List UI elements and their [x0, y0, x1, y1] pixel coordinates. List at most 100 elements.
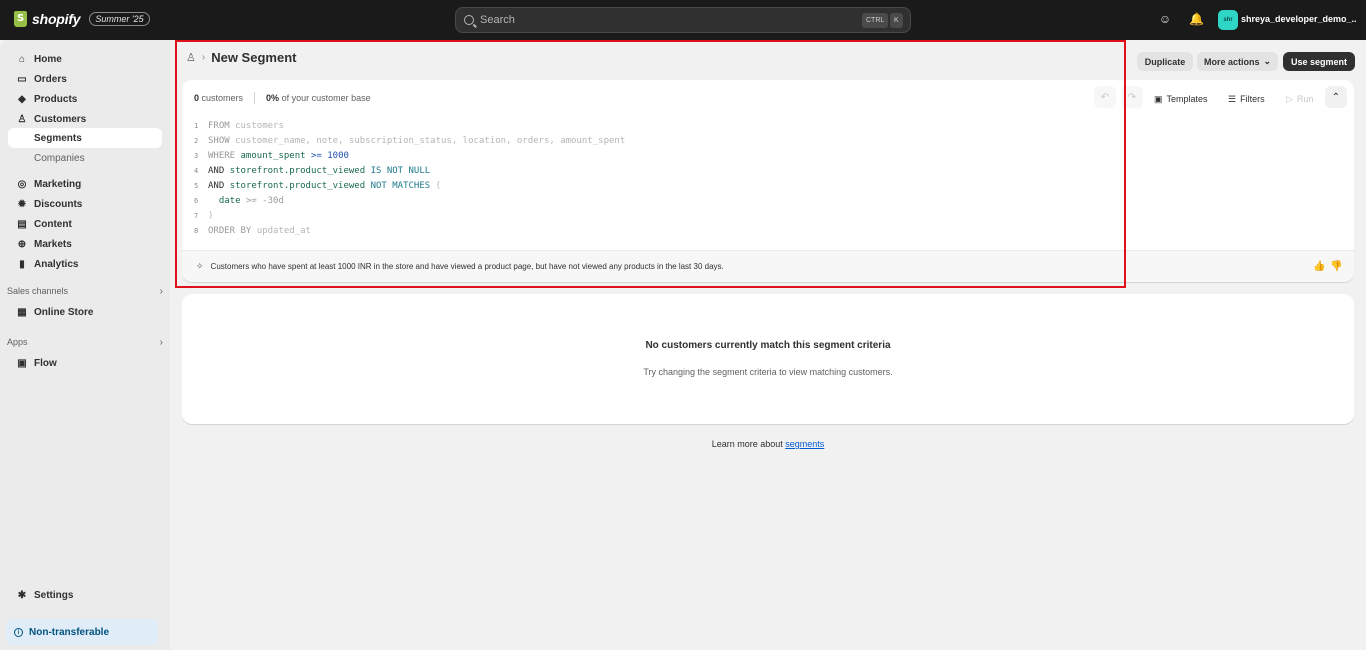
- search-input[interactable]: Search CTRL K: [455, 7, 911, 33]
- chevron-right-icon: ›: [159, 286, 163, 297]
- run-label: Run: [1296, 94, 1314, 104]
- sidebar-item-orders[interactable]: ▭ Orders: [8, 69, 162, 89]
- sidebar-item-products[interactable]: ◆ Products: [8, 89, 162, 109]
- code-line: 2 SHOW customer_name, note, subscription_…: [194, 136, 626, 146]
- templates-button[interactable]: ▣ Templates: [1154, 90, 1208, 108]
- sidebar-item-label: Discounts: [34, 198, 83, 210]
- target-icon: ◎: [17, 178, 27, 190]
- page-title: New Segment: [211, 50, 297, 65]
- chevron-down-icon: ⌄: [1263, 56, 1272, 66]
- more-actions-button[interactable]: More actions ⌄: [1197, 52, 1278, 71]
- search-placeholder: Search: [480, 14, 515, 26]
- sidebar-item-markets[interactable]: ⊕ Markets: [8, 234, 162, 254]
- sidebar-item-online-store[interactable]: ▦ Online Store: [8, 302, 162, 322]
- avatar[interactable]: shr: [1218, 10, 1238, 30]
- search-icon: [464, 15, 474, 25]
- top-bar: shopify Summer '25 Search CTRL K ☺ 🔔 shr…: [0, 0, 1366, 40]
- person-icon: ♙: [17, 113, 27, 125]
- sidebar-item-label: Flow: [34, 357, 57, 369]
- sidebar-item-marketing[interactable]: ◎ Marketing: [8, 174, 162, 194]
- filter-icon: ☰: [1228, 93, 1237, 104]
- segment-stats: 0 customers 0% of your customer base: [194, 92, 371, 104]
- code-line: 1 FROM customers: [194, 121, 284, 131]
- thumbs-down-icon[interactable]: 👎: [1330, 261, 1342, 272]
- section-label: Apps: [7, 337, 28, 347]
- apps-section[interactable]: Apps ›: [7, 337, 163, 348]
- sidebar-item-companies[interactable]: Companies: [8, 148, 162, 168]
- empty-state-card: No customers currently match this segmen…: [182, 294, 1354, 424]
- sidebar-item-label: Analytics: [34, 258, 79, 270]
- sidebar-item-label: Online Store: [34, 306, 94, 318]
- code-line: 8 ORDER BY updated_at: [194, 226, 311, 236]
- discount-icon: ✹: [17, 198, 27, 210]
- flow-icon: ▣: [17, 357, 27, 369]
- thumbs-up-icon[interactable]: 👍: [1313, 261, 1325, 272]
- segment-description: Customers who have spent at least 1000 I…: [210, 262, 724, 271]
- shopify-logo[interactable]: shopify Summer '25: [14, 11, 150, 27]
- sidebar-item-segments[interactable]: Segments: [8, 128, 162, 148]
- run-button[interactable]: ▷ Run: [1286, 90, 1313, 108]
- filters-label: Filters: [1240, 94, 1265, 104]
- filters-button[interactable]: ☰ Filters: [1228, 90, 1265, 108]
- sidebar-item-label: Products: [34, 93, 78, 105]
- orders-icon: ▭: [17, 73, 27, 85]
- chevron-up-icon: ⌃: [1331, 91, 1341, 103]
- brand-name: shopify: [32, 11, 81, 27]
- customer-base-percent: 0% of your customer base: [266, 93, 371, 103]
- learn-more: Learn more about segments: [182, 439, 1354, 449]
- sidebar-item-label: Markets: [34, 238, 72, 250]
- sidebar-item-customers[interactable]: ♙ Customers: [8, 109, 162, 129]
- sidebar-item-flow[interactable]: ▣ Flow: [8, 353, 162, 373]
- segment-person-icon[interactable]: ♙: [186, 51, 196, 64]
- shortcut-ctrl: CTRL: [862, 13, 889, 28]
- chevron-right-icon: ›: [159, 337, 163, 348]
- sidebar-item-home[interactable]: ⌂ Home: [8, 49, 162, 69]
- sidebar-item-label: Content: [34, 218, 72, 230]
- bell-icon[interactable]: 🔔: [1189, 12, 1204, 26]
- code-line: 7): [194, 211, 214, 221]
- bar-chart-icon: ▮: [19, 258, 25, 270]
- tag-icon: ◆: [18, 93, 26, 105]
- customers-count: 0 customers: [194, 93, 244, 103]
- sales-channels-section[interactable]: Sales channels ›: [7, 286, 163, 297]
- breadcrumb: ♙ › New Segment: [186, 50, 296, 65]
- sidebar-item-label: Customers: [34, 113, 87, 125]
- query-editor[interactable]: 1 FROM customers 2 SHOW customer_name, not…: [194, 119, 625, 239]
- info-icon: i: [14, 627, 23, 637]
- sidebar-item-settings[interactable]: ✱ Settings: [8, 585, 162, 605]
- learn-more-prefix: Learn more about: [711, 439, 783, 449]
- use-segment-button[interactable]: Use segment: [1283, 52, 1355, 71]
- undo-button[interactable]: ↶: [1094, 86, 1116, 108]
- empty-state-subtitle: Try changing the segment criteria to vie…: [643, 367, 893, 377]
- more-actions-label: More actions: [1203, 56, 1260, 67]
- globe-icon: ⊕: [17, 238, 27, 250]
- segments-link[interactable]: segments: [785, 439, 824, 449]
- sidebar-item-content[interactable]: ▤ Content: [8, 214, 162, 234]
- templates-icon: ▣: [1154, 93, 1163, 104]
- sidebar-item-analytics[interactable]: ▮ Analytics: [8, 254, 162, 274]
- code-line: 4 AND storefront.product_viewed IS NOT NU…: [194, 166, 431, 176]
- home-icon: ⌂: [18, 53, 26, 65]
- sidekick-icon[interactable]: ☺: [1158, 12, 1172, 26]
- sidebar-item-label: Home: [34, 53, 62, 65]
- sidebar-item-label: Companies: [34, 152, 85, 164]
- templates-label: Templates: [1166, 94, 1208, 104]
- edition-badge[interactable]: Summer '25: [89, 12, 150, 26]
- play-icon: ▷: [1286, 93, 1293, 104]
- duplicate-button[interactable]: Duplicate: [1137, 52, 1193, 71]
- collapse-button[interactable]: ⌃: [1325, 86, 1347, 108]
- content-icon: ▤: [17, 218, 27, 230]
- sidebar-item-discounts[interactable]: ✹ Discounts: [8, 194, 162, 214]
- code-line: 6 date >= -30d: [194, 196, 284, 206]
- sidebar-item-label: Settings: [34, 589, 74, 601]
- segment-editor-card: 0 customers 0% of your customer base ↶ ↷…: [182, 80, 1354, 282]
- non-transferable-banner[interactable]: i Non-transferable: [6, 619, 158, 645]
- store-name[interactable]: shreya_developer_demo_...: [1241, 14, 1356, 24]
- redo-button[interactable]: ↷: [1121, 86, 1143, 108]
- non-transferable-label: Non-transferable: [29, 626, 110, 638]
- store-icon: ▦: [17, 306, 27, 318]
- divider: [254, 92, 256, 104]
- sidebar-item-label: Orders: [34, 73, 67, 85]
- code-line: 3 WHERE amount_spent >= 1000: [194, 151, 349, 161]
- sidebar: ⌂ Home ▭ Orders ◆ Products ♙ Customers S…: [0, 40, 170, 650]
